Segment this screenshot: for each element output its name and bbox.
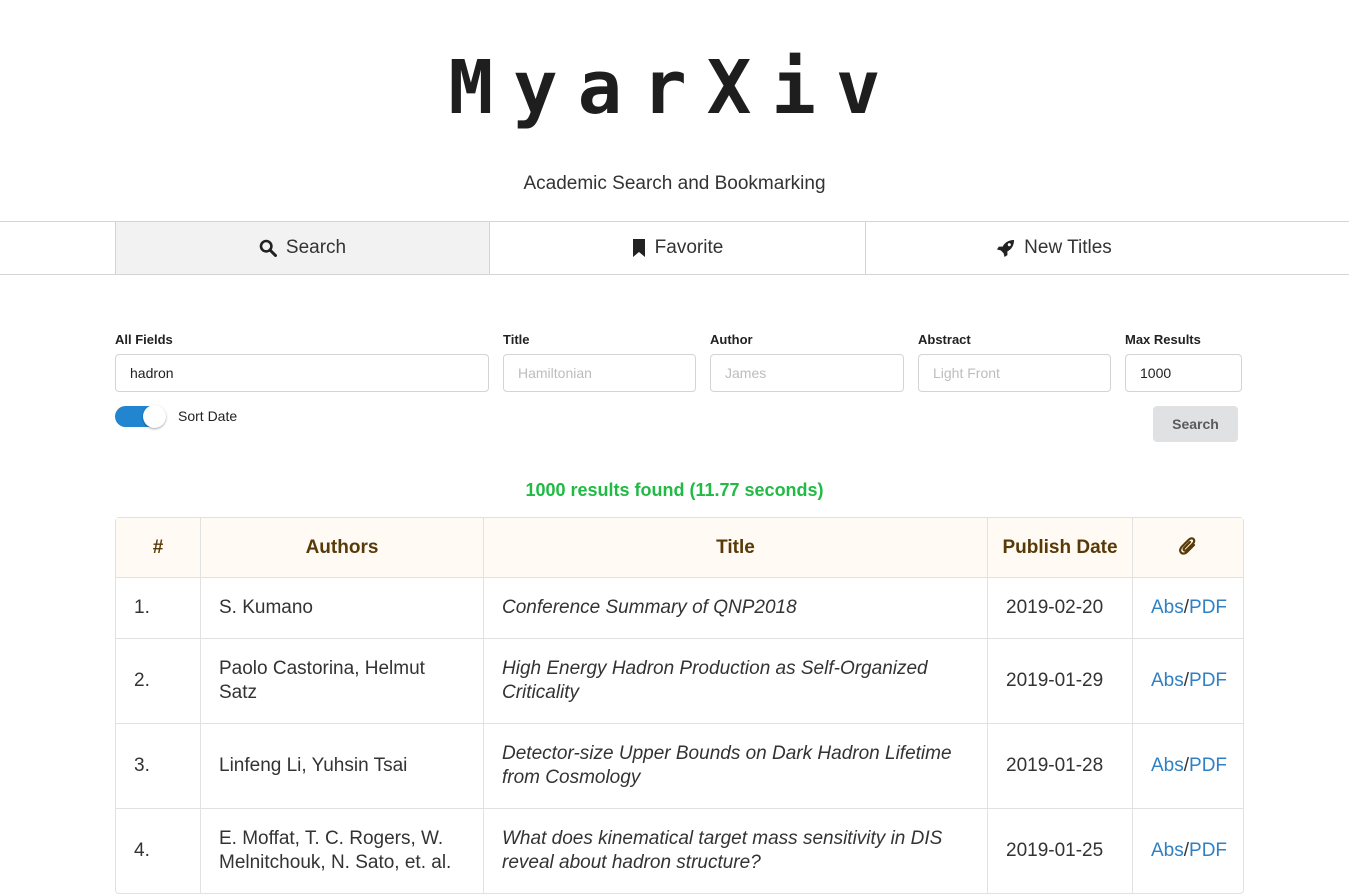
row-number: 2. bbox=[116, 638, 200, 723]
tab-favorite[interactable]: Favorite bbox=[490, 222, 866, 274]
app-logo: MyarXiv bbox=[448, 45, 901, 131]
search-icon bbox=[259, 239, 277, 257]
max-results-label: Max Results bbox=[1125, 332, 1201, 347]
row-title: Conference Summary of QNP2018 bbox=[483, 578, 987, 638]
abs-link[interactable]: Abs bbox=[1151, 670, 1184, 691]
max-results-input[interactable] bbox=[1125, 354, 1242, 392]
abs-link[interactable]: Abs bbox=[1151, 755, 1184, 776]
pdf-link[interactable]: PDF bbox=[1189, 597, 1227, 618]
row-links: Abs/PDF bbox=[1132, 808, 1243, 893]
main-nav: Search Favorite New Titles bbox=[0, 221, 1349, 275]
row-number: 3. bbox=[116, 723, 200, 808]
abs-link[interactable]: Abs bbox=[1151, 840, 1184, 861]
abstract-input[interactable] bbox=[918, 354, 1111, 392]
row-authors: Paolo Castorina, Helmut Satz bbox=[200, 638, 483, 723]
abstract-label: Abstract bbox=[918, 332, 971, 347]
row-links: Abs/PDF bbox=[1132, 578, 1243, 638]
col-authors-header: Authors bbox=[200, 518, 483, 578]
pdf-link[interactable]: PDF bbox=[1189, 755, 1227, 776]
row-date: 2019-01-25 bbox=[987, 808, 1132, 893]
table-row: 4. E. Moffat, T. C. Rogers, W. Melnitcho… bbox=[116, 808, 1243, 893]
results-table: # Authors Title Publish Date 1. S. Kuman… bbox=[115, 517, 1244, 894]
col-links-header bbox=[1132, 518, 1243, 578]
row-title: Detector-size Upper Bounds on Dark Hadro… bbox=[483, 723, 987, 808]
results-status: 1000 results found (11.77 seconds) bbox=[525, 480, 824, 500]
row-authors: S. Kumano bbox=[200, 578, 483, 638]
all-fields-label: All Fields bbox=[115, 332, 173, 347]
table-row: 3. Linfeng Li, Yuhsin Tsai Detector-size… bbox=[116, 723, 1243, 808]
pdf-link[interactable]: PDF bbox=[1189, 670, 1227, 691]
row-title: High Energy Hadron Production as Self-Or… bbox=[483, 638, 987, 723]
row-number: 4. bbox=[116, 808, 200, 893]
row-number: 1. bbox=[134, 597, 150, 618]
row-authors: E. Moffat, T. C. Rogers, W. Melnitchouk,… bbox=[200, 808, 483, 893]
table-row: 1. S. Kumano Conference Summary of QNP20… bbox=[116, 578, 1243, 638]
tab-search[interactable]: Search bbox=[115, 222, 490, 274]
row-date: 2019-02-20 bbox=[987, 578, 1132, 638]
col-title-header: Title bbox=[483, 518, 987, 578]
title-label: Title bbox=[503, 332, 530, 347]
author-label: Author bbox=[710, 332, 753, 347]
all-fields-input[interactable] bbox=[115, 354, 489, 392]
rocket-icon bbox=[997, 239, 1015, 257]
toggle-knob bbox=[143, 405, 166, 428]
row-title: What does kinematical target mass sensit… bbox=[483, 808, 987, 893]
row-links: Abs/PDF bbox=[1132, 638, 1243, 723]
abs-link[interactable]: Abs bbox=[1151, 597, 1184, 618]
bookmark-icon bbox=[632, 239, 645, 257]
sort-date-label: Sort Date bbox=[178, 408, 238, 424]
row-date: 2019-01-28 bbox=[987, 723, 1132, 808]
paperclip-icon bbox=[1179, 537, 1196, 556]
table-header-row: # Authors Title Publish Date bbox=[116, 518, 1243, 578]
tab-search-label: Search bbox=[285, 237, 347, 258]
col-number-header: # bbox=[116, 518, 200, 578]
tab-new-titles-label: New Titles bbox=[1024, 237, 1112, 258]
app-tagline: Academic Search and Bookmarking bbox=[523, 173, 826, 194]
sort-date-toggle[interactable] bbox=[115, 405, 167, 428]
col-date-header: Publish Date bbox=[987, 518, 1132, 578]
tab-favorite-label: Favorite bbox=[654, 237, 724, 258]
author-input[interactable] bbox=[710, 354, 904, 392]
table-row: 2. Paolo Castorina, Helmut Satz High Ene… bbox=[116, 638, 1243, 723]
row-authors: Linfeng Li, Yuhsin Tsai bbox=[200, 723, 483, 808]
pdf-link[interactable]: PDF bbox=[1189, 840, 1227, 861]
row-date: 2019-01-29 bbox=[987, 638, 1132, 723]
tab-new-titles[interactable]: New Titles bbox=[866, 222, 1242, 274]
title-input[interactable] bbox=[503, 354, 696, 392]
row-links: Abs/PDF bbox=[1132, 723, 1243, 808]
search-button[interactable]: Search bbox=[1153, 406, 1238, 442]
